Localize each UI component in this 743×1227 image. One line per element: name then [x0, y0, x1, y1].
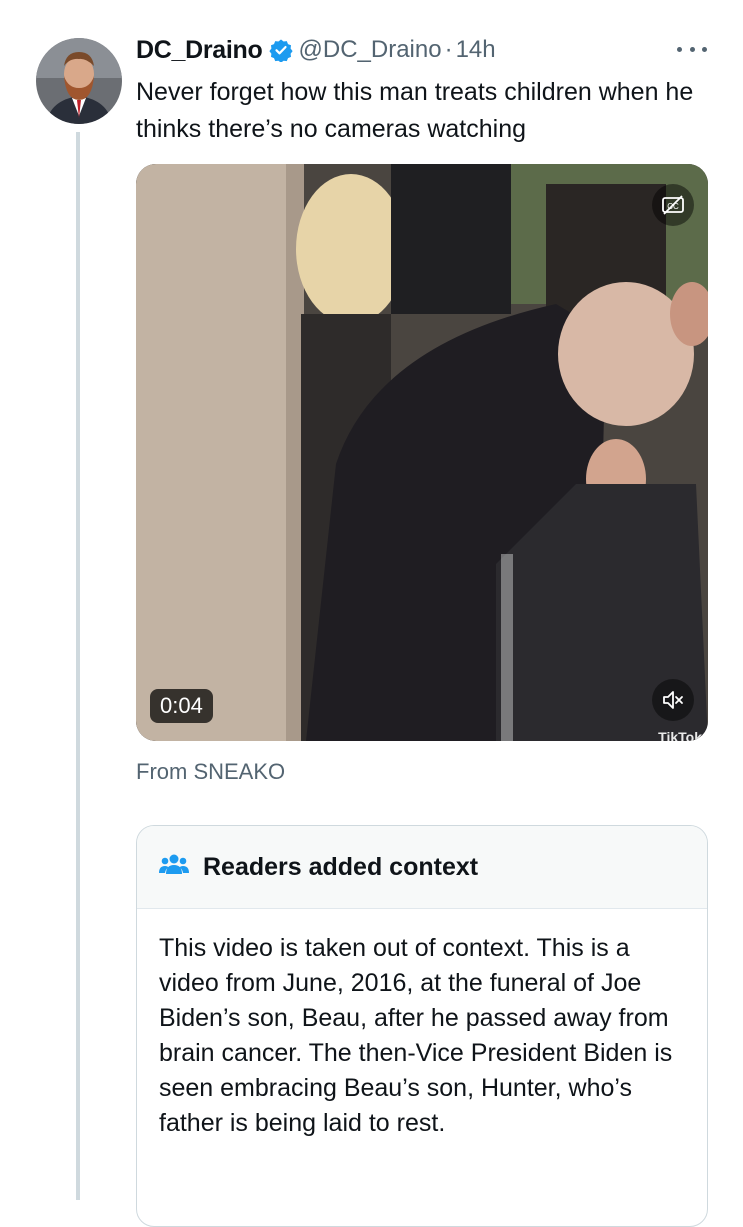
video-player[interactable]: CC 0:04 TikTok	[136, 164, 708, 741]
more-options-icon[interactable]	[677, 42, 707, 56]
video-duration-badge: 0:04	[150, 689, 213, 723]
author-name[interactable]: DC_Draino	[136, 36, 263, 65]
video-frame-image	[136, 164, 708, 741]
thread-connector-line	[76, 132, 80, 1200]
post-text: Never forget how this man treats childre…	[136, 78, 694, 143]
community-note-card[interactable]: Readers added context This video is take…	[136, 825, 708, 1227]
people-icon	[159, 852, 189, 883]
separator-dot: ·	[444, 36, 453, 63]
post-header: DC_Draino @DC_Draino · 14h	[136, 34, 496, 66]
community-note-header: Readers added context	[137, 826, 707, 909]
speaker-muted-icon[interactable]	[652, 679, 694, 721]
closed-captions-off-icon[interactable]: CC	[652, 184, 694, 226]
author-avatar[interactable]	[36, 38, 122, 124]
post-timestamp[interactable]: 14h	[456, 36, 496, 64]
avatar-image	[36, 38, 122, 124]
community-note-title: Readers added context	[203, 852, 479, 881]
media-source-label[interactable]: From SNEAKO	[136, 759, 285, 785]
verified-badge-icon	[268, 38, 293, 63]
tiktok-watermark: TikTok	[658, 729, 702, 741]
community-note-text: This video is taken out of context. This…	[159, 934, 673, 1137]
author-handle[interactable]: @DC_Draino	[299, 36, 442, 64]
